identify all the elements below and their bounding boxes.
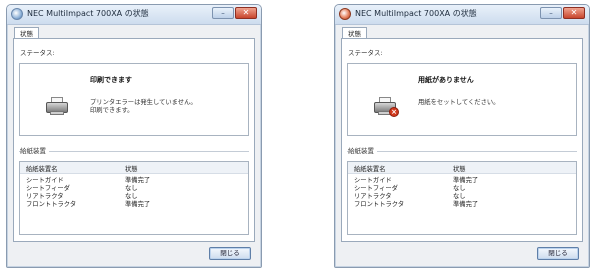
status-panel: ステータス: 印刷できます プリンタエラーは発生していません。 印刷できます。 … bbox=[13, 38, 255, 242]
window-title: NEC MultiImpact 700XA の状態 bbox=[27, 9, 149, 18]
minimize-button[interactable]: – bbox=[212, 7, 234, 19]
list-item[interactable]: シートガイド 準備完了 bbox=[348, 175, 576, 184]
feeder-list: 給紙装置名 状態 シートガイド 準備完了 シートフィーダ なし リアトラクタ な… bbox=[347, 161, 577, 235]
close-window-button[interactable]: ✕ bbox=[235, 7, 257, 19]
minimize-button[interactable]: – bbox=[540, 7, 562, 19]
feeder-state: 準備完了 bbox=[125, 201, 151, 208]
feeder-state: 準備完了 bbox=[453, 201, 479, 208]
status-label: ステータス: bbox=[20, 49, 55, 57]
divider bbox=[19, 151, 249, 152]
status-dialog-paper-out: NEC MultiImpact 700XA の状態 – ✕ 状態 ステータス: … bbox=[334, 4, 590, 268]
list-item[interactable]: フロントトラクタ 準備完了 bbox=[20, 199, 248, 208]
printer-error-icon: × bbox=[374, 97, 399, 117]
close-button[interactable]: 閉じる bbox=[537, 247, 579, 260]
list-item[interactable]: シートガイド 準備完了 bbox=[20, 175, 248, 184]
feeder-label: 給紙装置 bbox=[20, 145, 49, 155]
window-title: NEC MultiImpact 700XA の状態 bbox=[355, 9, 477, 18]
status-message: 用紙をセットしてください。 bbox=[418, 99, 499, 107]
status-message: プリンタエラーは発生していません。 印刷できます。 bbox=[90, 99, 197, 115]
status-message-line: プリンタエラーは発生していません。 bbox=[90, 99, 197, 106]
status-panel: ステータス: 用紙がありません × 用紙をセットしてください。 給紙装置 給紙装… bbox=[341, 38, 583, 242]
divider bbox=[347, 151, 577, 152]
title-bar: NEC MultiImpact 700XA の状態 – ✕ bbox=[7, 5, 261, 25]
feeder-label: 給紙装置 bbox=[348, 145, 377, 155]
list-item[interactable]: リアトラクタ なし bbox=[20, 191, 248, 200]
list-item[interactable]: シートフィーダ なし bbox=[348, 183, 576, 192]
status-title: 印刷できます bbox=[90, 76, 132, 84]
printer-icon bbox=[46, 97, 70, 117]
title-bar: NEC MultiImpact 700XA の状態 – ✕ bbox=[335, 5, 589, 25]
list-item[interactable]: フロントトラクタ 準備完了 bbox=[348, 199, 576, 208]
status-box: 用紙がありません × 用紙をセットしてください。 bbox=[347, 63, 577, 136]
list-header: 給紙装置名 状態 bbox=[20, 162, 248, 174]
status-title: 用紙がありません bbox=[418, 76, 474, 84]
printer-app-icon bbox=[11, 8, 23, 20]
header-feeder-name[interactable]: 給紙装置名 bbox=[354, 164, 385, 173]
feeder-name: フロントトラクタ bbox=[26, 201, 77, 208]
close-window-button[interactable]: ✕ bbox=[563, 7, 585, 19]
status-message-line: 印刷できます。 bbox=[90, 107, 134, 114]
list-item[interactable]: シートフィーダ なし bbox=[20, 183, 248, 192]
printer-error-app-icon bbox=[339, 8, 351, 20]
status-label: ステータス: bbox=[348, 49, 383, 57]
status-dialog-ready: NEC MultiImpact 700XA の状態 – ✕ 状態 ステータス: … bbox=[6, 4, 262, 268]
close-button[interactable]: 閉じる bbox=[209, 247, 251, 260]
header-state[interactable]: 状態 bbox=[453, 164, 466, 173]
status-box: 印刷できます プリンタエラーは発生していません。 印刷できます。 bbox=[19, 63, 249, 136]
list-header: 給紙装置名 状態 bbox=[348, 162, 576, 174]
feeder-list: 給紙装置名 状態 シートガイド 準備完了 シートフィーダ なし リアトラクタ な… bbox=[19, 161, 249, 235]
header-state[interactable]: 状態 bbox=[125, 164, 138, 173]
list-item[interactable]: リアトラクタ なし bbox=[348, 191, 576, 200]
feeder-name: フロントトラクタ bbox=[354, 201, 405, 208]
status-message-line: 用紙をセットしてください。 bbox=[418, 99, 500, 106]
header-feeder-name[interactable]: 給紙装置名 bbox=[26, 164, 57, 173]
